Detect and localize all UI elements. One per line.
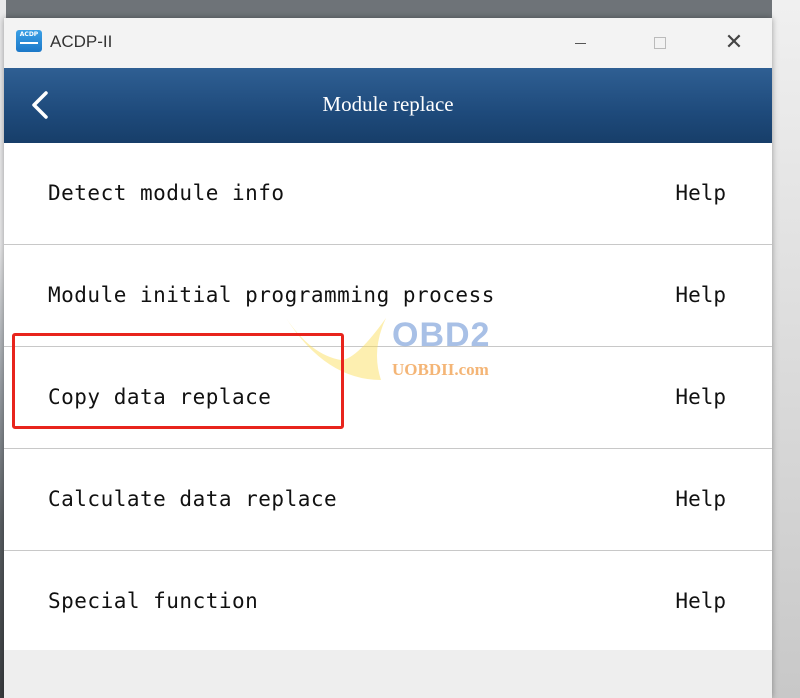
menu-item-label: Special function — [48, 589, 259, 613]
menu-item-calculate-data-replace[interactable]: Calculate data replace Help — [4, 449, 772, 551]
menu-item-detect-module-info[interactable]: Detect module info Help — [4, 143, 772, 245]
help-link[interactable]: Help — [675, 551, 726, 652]
window-title: ACDP-II — [50, 32, 113, 51]
app-icon-bar — [20, 42, 38, 44]
desktop-background-right — [772, 0, 800, 698]
close-icon: ✕ — [724, 30, 744, 55]
footer-area — [4, 650, 772, 698]
close-button[interactable]: ✕ — [714, 28, 754, 58]
help-link[interactable]: Help — [675, 449, 726, 550]
title-bar[interactable]: ACDP ACDP-II ✕ — [4, 18, 772, 68]
watermark-brand: OBD2 — [392, 316, 491, 354]
page-title: Module replace — [322, 92, 454, 116]
maximize-button[interactable] — [640, 28, 680, 58]
minimize-button[interactable] — [560, 28, 600, 58]
highlight-annotation — [12, 333, 344, 429]
back-button[interactable] — [26, 88, 56, 122]
help-link[interactable]: Help — [675, 347, 726, 448]
help-link[interactable]: Help — [675, 245, 726, 346]
menu-item-label: Detect module info — [48, 181, 285, 205]
menu-item-module-initial-programming[interactable]: Module initial programming process Help — [4, 245, 772, 347]
watermark-site: UOBDII.com — [392, 360, 489, 379]
help-link[interactable]: Help — [675, 143, 726, 244]
menu-item-label: Calculate data replace — [48, 487, 338, 511]
menu-item-special-function[interactable]: Special function Help — [4, 551, 772, 653]
page-header: Module replace — [4, 68, 772, 143]
minimize-icon — [574, 42, 586, 44]
app-icon: ACDP — [16, 30, 42, 52]
maximize-icon — [654, 37, 666, 49]
app-icon-label: ACDP — [19, 31, 39, 38]
chevron-left-icon — [32, 91, 48, 119]
